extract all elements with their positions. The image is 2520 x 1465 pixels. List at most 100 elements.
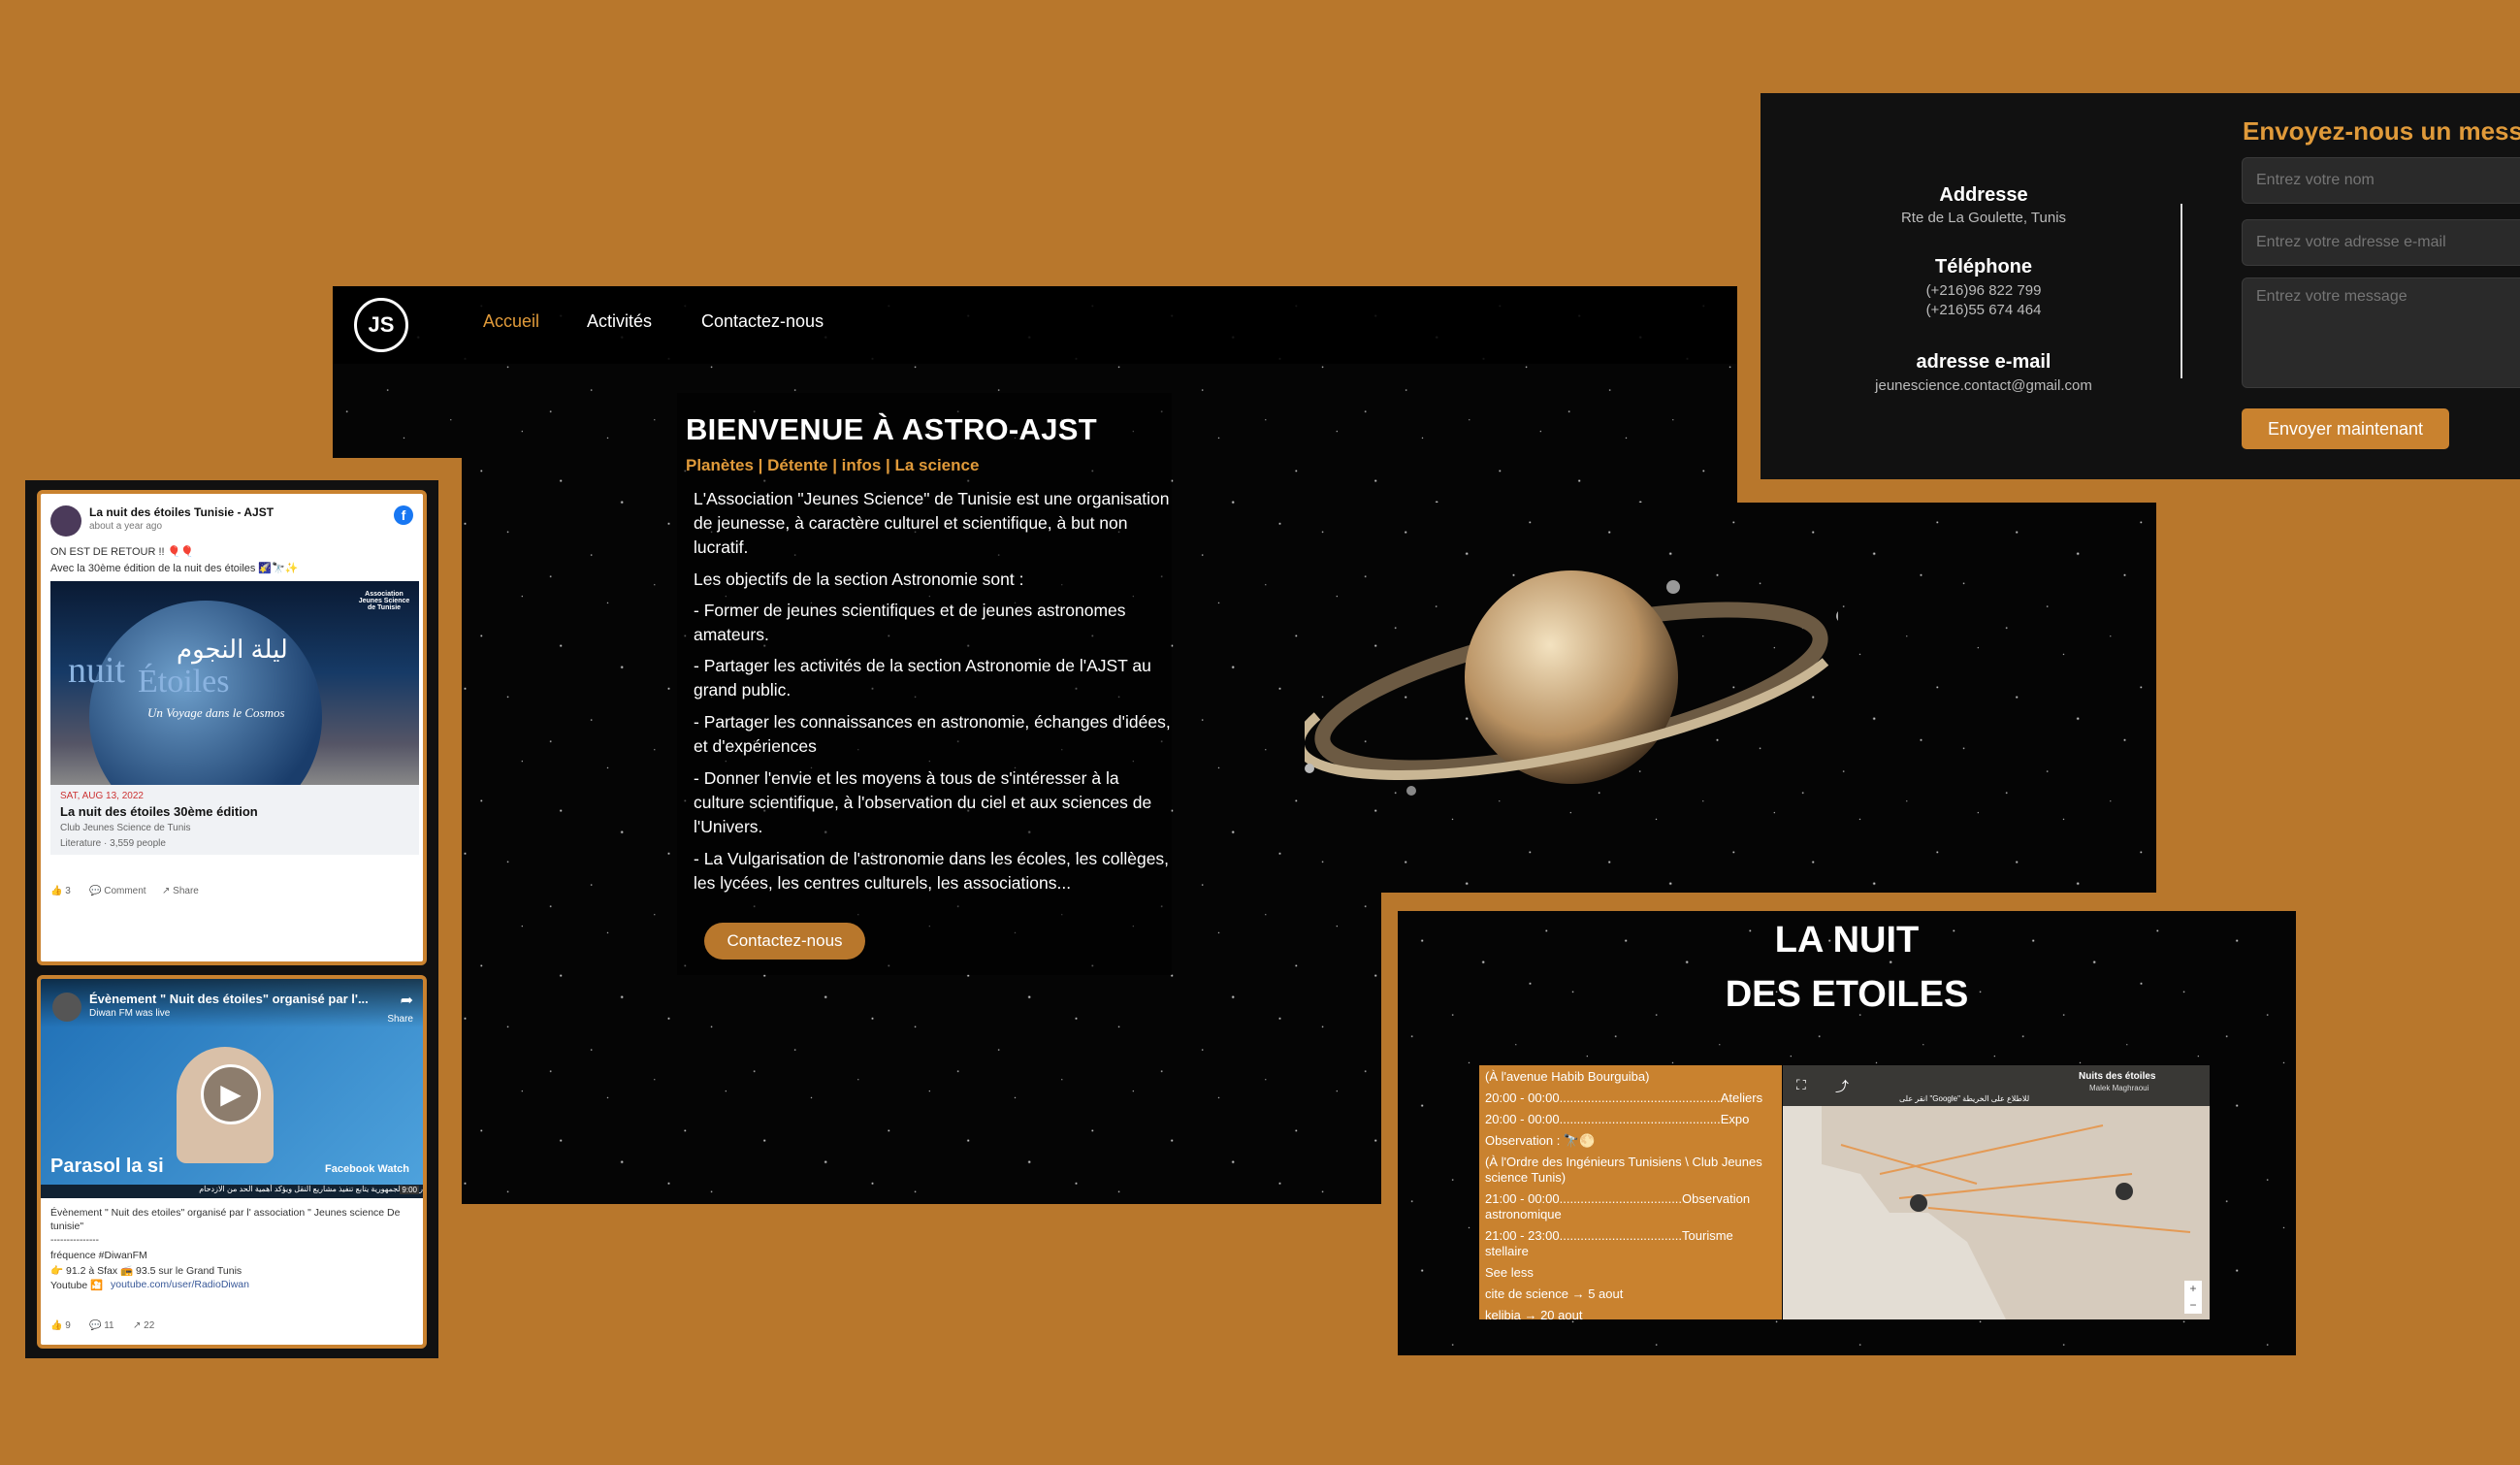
share-arrow-icon[interactable]: ➦ — [401, 991, 413, 1010]
nuit-title-line2: DES ETOILES — [1725, 974, 1969, 1015]
phone-label: Téléphone — [1934, 256, 2032, 277]
fb-video-card[interactable]: Évènement " Nuit des étoiles" organisé p… — [37, 975, 427, 1349]
top-navbar: JS Accueil Activités Contactez-nous — [333, 286, 1737, 364]
map-land — [1822, 1106, 2210, 1319]
nav-accueil[interactable]: Accueil — [483, 311, 539, 332]
email-input[interactable] — [2242, 219, 2520, 266]
play-icon[interactable]: ▶ — [201, 1064, 261, 1124]
fb-video-sfax: 👉 91.2 à Sfax 📻 93.5 sur le Grand Tunis — [50, 1265, 242, 1277]
facebook-icon[interactable]: f — [394, 505, 413, 525]
schedule-line-1: 20:00 - 00:00...........................… — [1485, 1091, 1763, 1105]
facebook-embeds: La nuit des étoiles Tunisie - AJST about… — [25, 480, 438, 1358]
video-time: 9:00 — [400, 1186, 419, 1194]
fb-video-freq[interactable]: fréquence #DiwanFM — [50, 1250, 147, 1261]
email-label: adresse e-mail — [1916, 351, 2052, 373]
facebook-watch-label: Facebook Watch — [325, 1163, 409, 1175]
hero-title: BIENVENUE À ASTRO-AJST — [686, 412, 1097, 446]
fullscreen-icon[interactable]: ⛶ — [1796, 1077, 1806, 1093]
hero-objective-5: - La Vulgarisation de l'astronomie dans … — [694, 849, 1170, 893]
schedule-line-0: (À l'avenue Habib Bourguiba) — [1485, 1069, 1650, 1084]
fb-event-date: SAT, AUG 13, 2022 — [60, 791, 144, 801]
nuit-title-line1: LA NUIT — [1774, 920, 1920, 960]
fb-event-box[interactable]: SAT, AUG 13, 2022 La nuit des étoiles 30… — [50, 785, 419, 855]
message-input[interactable] — [2242, 277, 2520, 388]
address-value: Rte de La Goulette, Tunis — [1900, 210, 2067, 226]
fb-video-comment-count: 11 — [104, 1320, 114, 1331]
fb-video-sub: Diwan FM was live — [89, 1008, 171, 1019]
send-button[interactable]: Envoyer maintenant — [2242, 408, 2449, 449]
fb-like-icon[interactable]: 👍 3 — [50, 886, 71, 896]
fb-event-meta: Literature · 3,559 people — [60, 838, 166, 849]
fb-page-name[interactable]: La nuit des étoiles Tunisie - AJST — [89, 505, 274, 519]
schedule-line-4: (À l'Ordre des Ingénieurs Tunisiens \ Cl… — [1485, 1155, 1762, 1185]
fb-post-image[interactable]: ليلة النجوم nuit Étoiles Un Voyage dans … — [50, 581, 419, 785]
hero-objective-4: - Donner l'envie et les moyens à tous de… — [694, 768, 1152, 836]
hero-tagline: Planètes | Détente | infos | La science — [686, 456, 980, 474]
image-etoiles-text: Étoiles — [138, 664, 230, 700]
map-note: انقر على "Google" للاطلاع على الخريطة — [1899, 1094, 2030, 1103]
fb-post-card[interactable]: La nuit des étoiles Tunisie - AJST about… — [37, 490, 427, 965]
fb-video-comment-button[interactable]: 💬 11 — [89, 1320, 114, 1331]
fb-post-time[interactable]: about a year ago — [89, 521, 162, 532]
fb-video-player[interactable]: Évènement " Nuit des étoiles" organisé p… — [41, 979, 423, 1198]
fb-event-title[interactable]: La nuit des étoiles 30ème édition — [60, 804, 258, 819]
fb-video-separator: --------------- — [50, 1235, 99, 1246]
fb-event-org[interactable]: Club Jeunes Science de Tunis — [60, 823, 191, 833]
schedule-line-5: 21:00 - 00:00...........................… — [1485, 1191, 1751, 1221]
fb-video-share-count: 22 — [144, 1320, 155, 1331]
map-zoom-controls[interactable]: + − — [2184, 1281, 2202, 1314]
image-arabic-title: ليلة النجوم — [177, 635, 288, 664]
schedule-line-3: Observation : 🔭🌕 — [1485, 1133, 1596, 1148]
fb-post-line2: Avec la 30ème édition de la nuit des éto… — [50, 563, 299, 574]
email-value[interactable]: jeunescience.contact@gmail.com — [1761, 377, 2207, 394]
saturn-image — [1305, 570, 1838, 796]
fb-video-youtube-link[interactable]: youtube.com/user/RadioDiwan — [111, 1279, 249, 1290]
phone-value-1: (+216)96 822 799 — [1925, 282, 2042, 299]
name-input[interactable] — [2242, 157, 2520, 204]
fb-video-like-button[interactable]: 👍 9 — [50, 1320, 71, 1331]
share-icon[interactable]: ⤴ — [1835, 1077, 1849, 1096]
nav-contact[interactable]: Contactez-nous — [701, 311, 824, 332]
nav-activites[interactable]: Activités — [587, 311, 652, 332]
hero-objective-1: - Former de jeunes scientifiques et de j… — [694, 601, 1126, 644]
ajst-logo[interactable]: JS — [354, 298, 408, 352]
contact-form-title: Envoyez-nous un message — [2243, 116, 2520, 146]
fb-like-count: 3 — [65, 886, 71, 896]
schedule-line-8: cite de science → 5 aout — [1485, 1286, 1624, 1301]
image-subtitle: Un Voyage dans le Cosmos — [147, 705, 285, 720]
schedule-line-6: 21:00 - 23:00...........................… — [1485, 1228, 1733, 1258]
contact-divider — [2181, 204, 2182, 378]
fb-video-like-count: 9 — [65, 1320, 71, 1331]
fb-comment-button[interactable]: 💬 Comment — [89, 886, 146, 896]
diwan-avatar[interactable] — [52, 993, 81, 1022]
nuit-schedule: (À l'avenue Habib Bourguiba) 20:00 - 00:… — [1479, 1065, 1782, 1319]
schedule-line-2: 20:00 - 00:00...........................… — [1485, 1112, 1750, 1126]
phone-value-2: (+216)55 674 464 — [1925, 302, 2042, 318]
hero-contact-button[interactable]: Contactez-nous — [704, 923, 865, 960]
hero-objective-3: - Partager les connaissances en astronom… — [694, 712, 1171, 756]
fb-video-desc: Évènement " Nuit des etoiles" organisé p… — [50, 1207, 401, 1232]
fb-post-line1: ON EST DE RETOUR !! 🎈🎈 — [50, 546, 195, 558]
fb-share-button[interactable]: ↗ Share — [162, 886, 199, 896]
fb-video-share-button[interactable]: ↗ 22 — [133, 1320, 154, 1331]
video-share-label[interactable]: Share — [387, 1014, 413, 1025]
hero-paragraph-objectives: Les objectifs de la section Astronomie s… — [694, 570, 1024, 589]
fb-video-title[interactable]: Évènement " Nuit des étoiles" organisé p… — [89, 992, 369, 1006]
image-association-label: Association Jeunes Science de Tunisie — [358, 591, 410, 611]
address-label: Addresse — [1939, 184, 2028, 206]
fb-video-youtube-label: Youtube 🎦 — [50, 1280, 104, 1291]
see-less-link[interactable]: See less — [1485, 1265, 1776, 1281]
map-title[interactable]: Nuits des étoiles — [2079, 1071, 2155, 1082]
map-author: Malek Maghraoui — [2089, 1084, 2149, 1092]
fb-comment-label: Comment — [104, 886, 146, 896]
video-brand-text: Parasol la si — [50, 1156, 164, 1177]
video-ticker: رئيس الجمهورية يتابع تنفيذ مشاريع النقل … — [41, 1185, 423, 1198]
schedule-line-9: kelibia → 20 aout — [1485, 1308, 1583, 1319]
contact-card: Addresse Rte de La Goulette, Tunis Télép… — [1761, 93, 2520, 479]
hero-paragraph-intro: L'Association "Jeunes Science" de Tunisi… — [694, 489, 1170, 557]
hero-objective-2: - Partager les activités de la section A… — [694, 656, 1151, 700]
fb-share-label: Share — [173, 886, 199, 896]
fb-page-avatar[interactable] — [50, 505, 81, 537]
image-nuit-text: nuit — [68, 650, 126, 691]
google-map-embed[interactable]: ⛶ ⤴ Nuits des étoiles Malek Maghraoui ان… — [1783, 1065, 2210, 1319]
